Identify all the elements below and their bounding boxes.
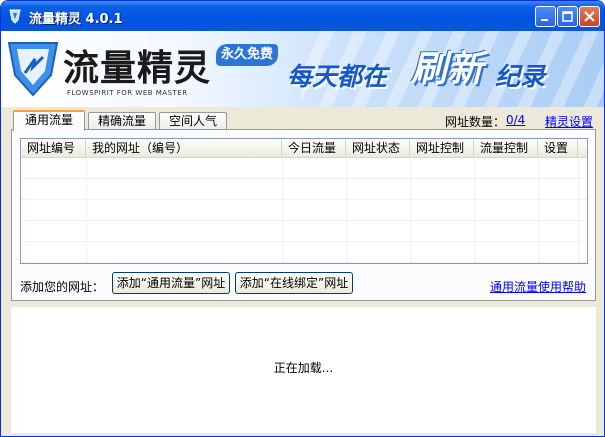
app-logo-icon [9,9,21,24]
minimize-button[interactable] [535,6,556,27]
table-header: 网址编号 我的网址（编号） 今日流量 网址状态 网址控制 流量控制 设置 [21,139,587,158]
maximize-button[interactable] [557,6,578,27]
table-row [21,199,587,221]
column-header[interactable]: 网址编号 [21,139,86,157]
settings-link[interactable]: 精灵设置 [545,113,593,130]
column-header[interactable]: 流量控制 [474,139,538,157]
tab-space-popularity[interactable]: 空间人气 [159,112,227,130]
minimize-icon [541,19,548,21]
tab-precise-traffic[interactable]: 精确流量 [88,112,156,130]
content-area: 正在加载... [11,307,596,433]
url-count-label: 网址数量： [445,115,506,129]
brand-name: 流量精灵 [63,48,212,89]
loading-text: 正在加载... [273,361,334,375]
slogan-part-3: 纪录 [495,62,546,91]
column-header[interactable]: 我的网址（编号） [86,139,282,157]
general-traffic-help-link[interactable]: 通用流量使用帮助 [490,278,586,295]
tab-panel: 网址编号 我的网址（编号） 今日流量 网址状态 网址控制 流量控制 设置 添加您… [11,129,596,301]
slogan-part-1: 每天都在 [287,62,388,91]
window-title: 流量精灵 4.0.1 [29,12,123,27]
banner: 流量精灵 FLOWSPIRIT FOR WEB MASTER 永久免费 每天都在… [1,31,604,107]
url-count-link[interactable]: 0/4 [506,113,525,127]
app-window: 流量精灵 4.0.1 流量精灵 FLOWSPIRIT FOR WEB MASTE… [0,0,605,437]
slogan-part-2: 刷新 [411,49,484,90]
table-row [21,241,587,263]
title-bar[interactable]: 流量精灵 4.0.1 [1,1,604,31]
maximize-icon [562,11,573,22]
column-header[interactable]: 网址控制 [410,139,474,157]
add-bound-url-button[interactable]: 添加“在线绑定”网址 [235,272,353,294]
table-row [21,157,587,179]
column-header[interactable]: 今日流量 [282,139,346,157]
free-badge: 永久免费 [216,44,278,66]
column-header[interactable]: 设置 [538,139,578,157]
table-row [21,220,587,242]
tab-general-traffic[interactable]: 通用流量 [13,110,85,131]
brand-subtitle: FLOWSPIRIT FOR WEB MASTER [67,89,188,97]
close-button[interactable] [579,6,600,27]
column-header[interactable]: 网址状态 [346,139,410,157]
add-url-label: 添加您的网址： [20,280,105,294]
table-row [21,178,587,200]
url-table[interactable]: 网址编号 我的网址（编号） 今日流量 网址状态 网址控制 流量控制 设置 [20,138,588,264]
close-icon [584,11,595,22]
add-general-url-button[interactable]: 添加“通用流量”网址 [112,272,230,294]
flowspirit-logo-icon [7,42,59,97]
